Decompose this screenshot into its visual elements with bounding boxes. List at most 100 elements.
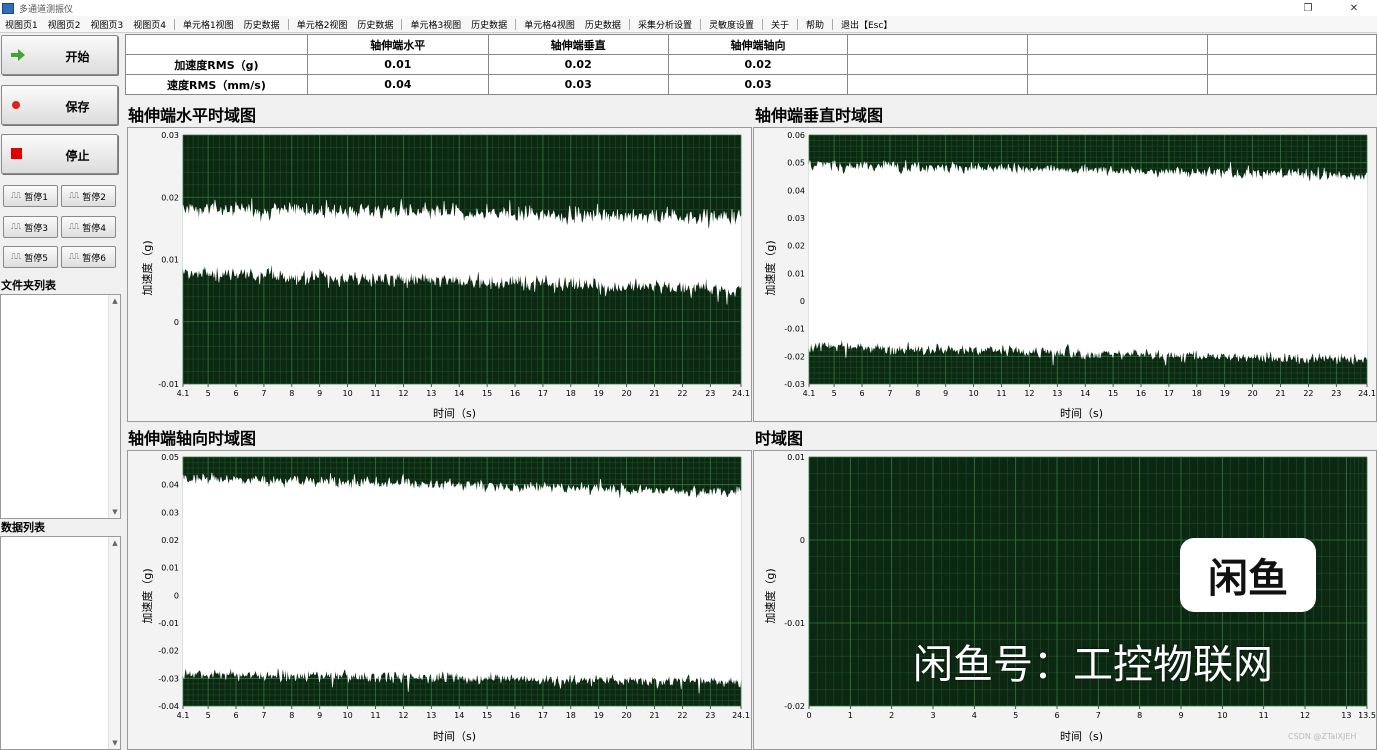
menu-item-14[interactable]: 灵敏度设置 xyxy=(704,18,759,31)
x-tick-label: 13 xyxy=(426,711,436,720)
chart-svg[interactable]: 0.03 0.02 0.01 0 -0.014.1 5 6 7 8 9 10 11 12 13 14 15 16… xyxy=(127,127,752,422)
stop-label: 停止 xyxy=(65,149,90,163)
chart-svg[interactable]: 0.06 0.05 0.04 0.03 0.02 0.01 0 -0.01 -0.02 -0.03… xyxy=(753,127,1377,422)
menu-item-1[interactable]: 视图页1 xyxy=(0,18,43,31)
x-tick-label: 6 xyxy=(233,389,238,398)
x-tick-label: 16 xyxy=(1136,389,1146,398)
pause-1-button[interactable]: ⎍⎍ 暂停1 xyxy=(3,185,58,207)
signal-trace xyxy=(182,472,742,694)
y-tick-label: 0.03 xyxy=(161,508,179,517)
x-tick-label: 8 xyxy=(289,389,294,398)
x-tick-label: 23 xyxy=(705,711,715,720)
pause-4-button[interactable]: ⎍⎍ 暂停4 xyxy=(61,216,116,238)
y-axis-label: 加速度（g) xyxy=(764,240,777,296)
menu-item-17[interactable]: 退出【Esc】 xyxy=(836,18,897,31)
x-tick-label: 10 xyxy=(969,389,979,398)
pause-2-button[interactable]: ⎍⎍ 暂停2 xyxy=(61,185,116,207)
scroll-down-icon[interactable]: ▼ xyxy=(109,737,121,749)
x-tick-label: 9 xyxy=(1178,711,1183,720)
x-tick-label: 9 xyxy=(317,389,322,398)
x-tick-label: 13 xyxy=(1341,711,1351,720)
x-tick-label: 11 xyxy=(370,711,380,720)
pause-icon: ⎍⎍ xyxy=(69,252,79,261)
x-tick-label: 7 xyxy=(1096,711,1101,720)
scroll-down-icon[interactable]: ▼ xyxy=(109,506,121,518)
chart-svg[interactable]: 0.05 0.04 0.03 0.02 0.01 0 -0.01 -0.02 -0.03 -0.0… xyxy=(127,450,752,750)
table-cell: 0.01 xyxy=(306,54,489,75)
x-tick-label: 7 xyxy=(261,389,266,398)
x-tick-label: 8 xyxy=(1137,711,1142,720)
menu-item-8[interactable]: 历史数据 xyxy=(352,18,398,31)
x-tick-label: 6 xyxy=(233,711,238,720)
menu-item-7[interactable]: 单元格2视图 xyxy=(292,18,353,31)
x-tick-label: 16 xyxy=(510,711,520,720)
y-tick-label: -0.02 xyxy=(784,352,805,361)
x-tick-label: 13.5 xyxy=(1358,711,1376,720)
menu-item-16[interactable]: 帮助 xyxy=(801,18,829,31)
x-tick-label: 24.1 xyxy=(1358,389,1376,398)
y-tick-label: 0 xyxy=(174,591,179,600)
x-tick-label: 23 xyxy=(1331,389,1341,398)
folder-list[interactable]: ▲ ▼ xyxy=(0,294,121,519)
table-cell: 0.02 xyxy=(487,54,669,75)
pause-icon: ⎍⎍ xyxy=(69,222,79,231)
logo-text: 闲鱼 xyxy=(1208,556,1288,602)
scroll-up-icon[interactable]: ▲ xyxy=(109,537,121,549)
table-header-cell: 轴伸端垂直 xyxy=(487,34,669,55)
menu-item-10[interactable]: 历史数据 xyxy=(466,18,512,31)
table-cell xyxy=(847,54,1029,75)
pause-label: 暂停3 xyxy=(24,223,48,234)
folder-list-scrollbar[interactable]: ▲ ▼ xyxy=(108,295,120,518)
data-list[interactable]: ▲ ▼ xyxy=(0,536,121,750)
y-tick-label: 0 xyxy=(174,318,179,327)
x-tick-label: 24.1 xyxy=(732,389,750,398)
scroll-up-icon[interactable]: ▲ xyxy=(109,295,121,307)
save-button[interactable]: 保存 xyxy=(1,85,118,125)
y-tick-label: 0.03 xyxy=(787,214,805,223)
menu-item-5[interactable]: 单元格1视图 xyxy=(178,18,239,31)
menu-item-9[interactable]: 单元格3视图 xyxy=(405,18,466,31)
menu-separator xyxy=(515,18,517,30)
pause-6-button[interactable]: ⎍⎍ 暂停6 xyxy=(61,246,116,268)
y-tick-label: 0.04 xyxy=(787,186,805,195)
x-tick-label: 9 xyxy=(943,389,948,398)
chart-panel-axial: 轴伸端轴向时域图 0.05 0.04 0.03 0.02 0.01 0 -0.01 -0.02… xyxy=(125,423,752,750)
menu-item-2[interactable]: 视图页2 xyxy=(43,18,86,31)
xianyu-logo: 闲鱼 xyxy=(1180,538,1316,612)
start-button[interactable]: 开始 xyxy=(1,35,118,75)
menu-item-11[interactable]: 单元格4视图 xyxy=(519,18,580,31)
menu-separator xyxy=(832,18,833,30)
data-list-scrollbar[interactable]: ▲ ▼ xyxy=(108,537,120,749)
table-header-cell xyxy=(847,34,1029,55)
menu-separator xyxy=(173,18,175,30)
pause-label: 暂停5 xyxy=(24,253,48,264)
restore-button[interactable]: ❐ xyxy=(1285,0,1331,16)
table-header-cell xyxy=(1027,34,1209,55)
menu-item-15[interactable]: 关于 xyxy=(766,18,794,31)
menu-item-12[interactable]: 历史数据 xyxy=(580,18,626,31)
table-cell: 0.03 xyxy=(487,74,669,95)
x-tick-label: 20 xyxy=(622,389,632,398)
chart-title: 时域图 xyxy=(755,429,804,448)
chart-title: 轴伸端轴向时域图 xyxy=(128,429,257,448)
stop-button[interactable]: 停止 xyxy=(1,134,118,174)
x-tick-label: 5 xyxy=(1013,711,1018,720)
x-tick-label: 22 xyxy=(677,389,687,398)
chart-panel-horizontal: 轴伸端水平时域图 0.03 0.02 0.01 0 -0.01 4.1 5 6 7 8 9 10 11 1… xyxy=(125,100,752,422)
menu-item-13[interactable]: 采集分析设置 xyxy=(633,18,697,31)
pause-3-button[interactable]: ⎍⎍ 暂停3 xyxy=(3,216,58,238)
menu-item-4[interactable]: 视图页4 xyxy=(128,18,171,31)
pause-5-button[interactable]: ⎍⎍ 暂停5 xyxy=(3,246,58,268)
pause-label: 暂停1 xyxy=(24,192,48,203)
x-tick-label: 22 xyxy=(1303,389,1313,398)
x-tick-label: 22 xyxy=(677,711,687,720)
y-tick-label: 0.06 xyxy=(787,131,805,140)
x-tick-label: 18 xyxy=(566,389,576,398)
x-tick-label: 19 xyxy=(594,389,604,398)
y-tick-label: -0.04 xyxy=(158,702,179,711)
menu-item-6[interactable]: 历史数据 xyxy=(239,18,285,31)
folder-list-label: 文件夹列表 xyxy=(1,279,56,292)
close-button[interactable]: ✕ xyxy=(1331,0,1377,16)
menu-item-3[interactable]: 视图页3 xyxy=(85,18,128,31)
x-tick-label: 18 xyxy=(566,711,576,720)
